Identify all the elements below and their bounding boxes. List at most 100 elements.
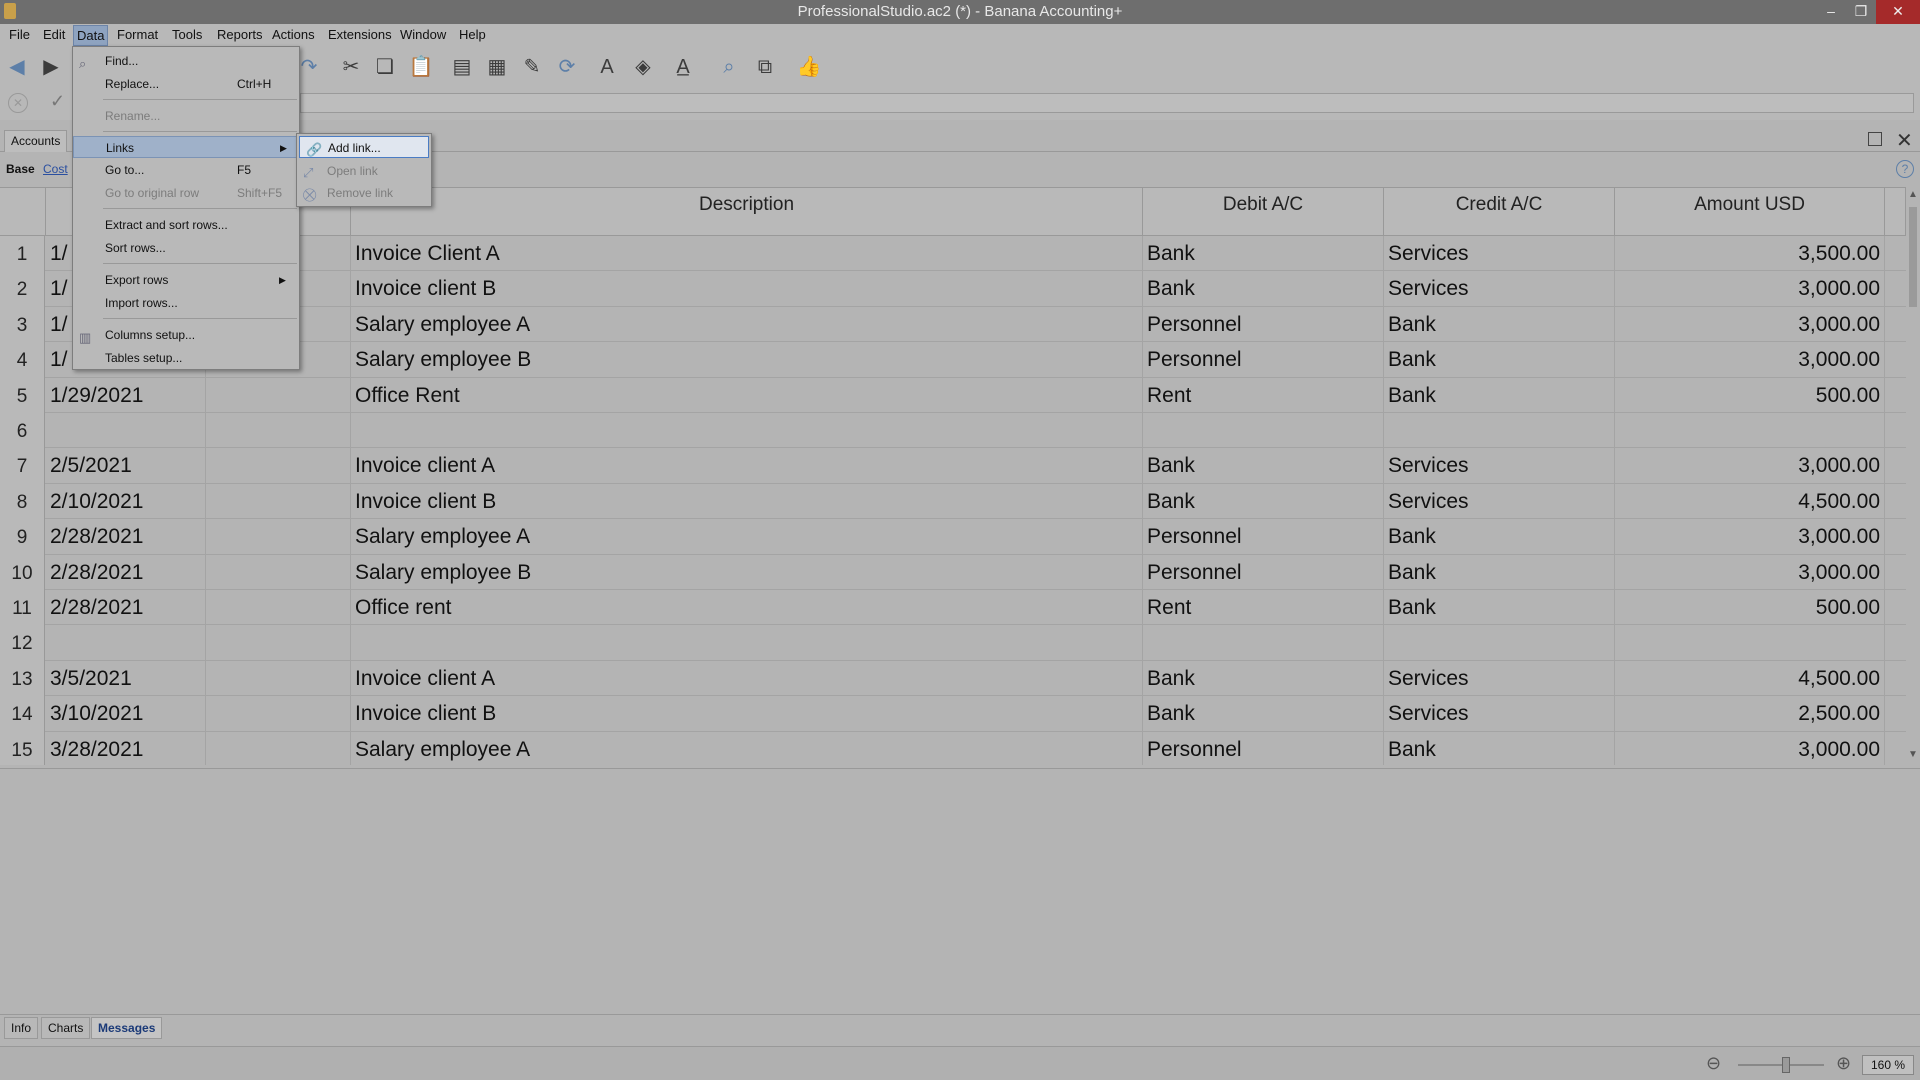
table-row[interactable]: 7 2/5/2021 Invoice client A Bank Services 3,0… [0,448,1906,484]
cell-debit[interactable]: Personnel [1143,731,1384,765]
cell-credit[interactable] [1384,413,1615,449]
cell-amount[interactable]: 3,000.00 [1615,271,1885,307]
menu-format[interactable]: Format [114,27,161,42]
tab-messages[interactable]: Messages [91,1017,163,1039]
cell-amount[interactable]: 2,500.00 [1615,696,1885,732]
cell-date[interactable] [46,625,206,661]
paste-icon[interactable]: 📋 [408,54,434,80]
forward-icon[interactable]: ▶ [38,54,64,80]
row-number[interactable]: 14 [0,696,45,732]
cell-debit[interactable]: Rent [1143,377,1384,413]
row-number[interactable]: 11 [0,590,45,626]
cell-debit[interactable]: Bank [1143,483,1384,520]
cell-credit[interactable]: Bank [1384,519,1615,555]
cell-date[interactable]: 2/5/2021 [46,448,206,484]
cell-credit[interactable]: Bank [1384,731,1615,765]
row-number[interactable]: 5 [0,377,45,413]
cell-description[interactable]: Invoice Client A [351,236,1143,272]
table-row[interactable]: 11 2/28/2021 Office rent Rent Bank 500.00 [0,590,1906,626]
cell-debit[interactable]: Bank [1143,660,1384,697]
confirm-edit-icon[interactable]: ✓ [50,91,65,112]
cell-credit[interactable]: Services [1384,271,1615,307]
cell-credit[interactable]: Services [1384,696,1615,732]
cell-amount[interactable]: 500.00 [1615,377,1885,413]
cell-description[interactable]: Salary employee B [351,342,1143,378]
row-number[interactable]: 2 [0,271,45,307]
cell-editor-input[interactable] [300,93,1914,113]
cell-date[interactable]: 2/10/2021 [46,483,206,520]
zoom-out-icon[interactable]: ⊖ [1706,1053,1721,1074]
header-amount[interactable]: Amount USD [1615,188,1885,236]
back-icon[interactable]: ◀ [4,54,30,80]
menu-window[interactable]: Window [397,27,449,42]
table-layout-icon[interactable]: ⧉ [752,54,778,80]
menu-item-goto[interactable]: Go to... F5 [73,159,299,181]
cell-description[interactable]: Salary employee A [351,306,1143,343]
row-number[interactable]: 13 [0,660,45,697]
cell-description[interactable]: Salary employee B [351,554,1143,590]
cell-date[interactable]: 2/28/2021 [46,590,206,626]
menu-help[interactable]: Help [456,27,489,42]
menu-item-rename[interactable]: Rename... [73,105,299,127]
fill-color-icon[interactable]: ◈ [630,54,656,80]
cell-credit[interactable]: Bank [1384,306,1615,343]
font-icon[interactable]: A [594,54,620,80]
row-number[interactable]: 8 [0,483,45,520]
row-number[interactable]: 1 [0,236,45,272]
menu-item-goto-original[interactable]: Go to original row Shift+F5 [73,182,299,204]
cell-amount[interactable]: 4,500.00 [1615,660,1885,697]
menu-reports[interactable]: Reports [214,27,266,42]
view-cost[interactable]: Cost [43,162,68,176]
cell-description[interactable]: Office Rent [351,377,1143,413]
menu-data[interactable]: Data [73,25,109,46]
scroll-down-icon[interactable]: ▼ [1908,749,1918,760]
scroll-thumb[interactable] [1909,207,1917,307]
submenu-remove-link[interactable]: ⛒ Remove link [297,182,431,204]
cell-doc[interactable] [206,519,351,555]
menu-item-extract-sort[interactable]: Extract and sort rows... [73,214,299,236]
menu-item-links[interactable]: Links ▶ [73,136,299,158]
row-number[interactable]: 3 [0,306,45,343]
cell-doc[interactable] [206,413,351,449]
cell-credit[interactable]: Services [1384,236,1615,272]
row-number[interactable]: 10 [0,554,45,590]
minimize-icon[interactable]: – [1816,0,1846,24]
add-row-icon[interactable]: ▤ [449,54,475,80]
header-description[interactable]: Description [351,188,1143,236]
cell-doc[interactable] [206,625,351,661]
cell-credit[interactable]: Services [1384,483,1615,520]
menu-item-export-rows[interactable]: Export rows ▶ [73,269,299,291]
row-number[interactable]: 9 [0,519,45,555]
cell-description[interactable] [351,625,1143,661]
cell-description[interactable]: Salary employee A [351,519,1143,555]
header-credit[interactable]: Credit A/C [1384,188,1615,236]
header-debit[interactable]: Debit A/C [1143,188,1384,236]
table-row[interactable]: 14 3/10/2021 Invoice client B Bank Services 2… [0,696,1906,732]
cell-credit[interactable]: Services [1384,660,1615,697]
recalculate-icon[interactable]: ⟳ [554,54,580,80]
tab-charts[interactable]: Charts [41,1017,91,1039]
cell-debit[interactable] [1143,625,1384,661]
submenu-open-link[interactable]: ⤢ Open link [297,160,431,182]
view-base[interactable]: Base [6,162,35,176]
copy-icon[interactable]: ❏ [372,54,398,80]
restore-panel-icon[interactable] [1868,132,1882,146]
cell-amount[interactable]: 3,000.00 [1615,731,1885,765]
insert-row-icon[interactable]: ▦ [484,54,510,80]
cell-debit[interactable]: Personnel [1143,306,1384,343]
table-row[interactable]: 10 2/28/2021 Salary employee B Personnel Ban… [0,554,1906,590]
cell-description[interactable]: Invoice client B [351,696,1143,732]
menu-item-find[interactable]: ⌕ Find... [73,50,299,72]
menu-item-import-rows[interactable]: Import rows... [73,292,299,314]
cell-credit[interactable]: Bank [1384,377,1615,413]
table-row[interactable]: 12 [0,625,1906,661]
cell-description[interactable]: Invoice client B [351,271,1143,307]
table-row[interactable]: 5 1/29/2021 Office Rent Rent Bank 500.00 [0,377,1906,413]
cell-debit[interactable]: Personnel [1143,342,1384,378]
cell-amount[interactable]: 3,000.00 [1615,519,1885,555]
cell-amount[interactable]: 3,000.00 [1615,306,1885,343]
cell-date[interactable]: 1/29/2021 [46,377,206,413]
cell-doc[interactable] [206,731,351,765]
cell-amount[interactable] [1615,625,1885,661]
tab-info[interactable]: Info [4,1017,39,1039]
